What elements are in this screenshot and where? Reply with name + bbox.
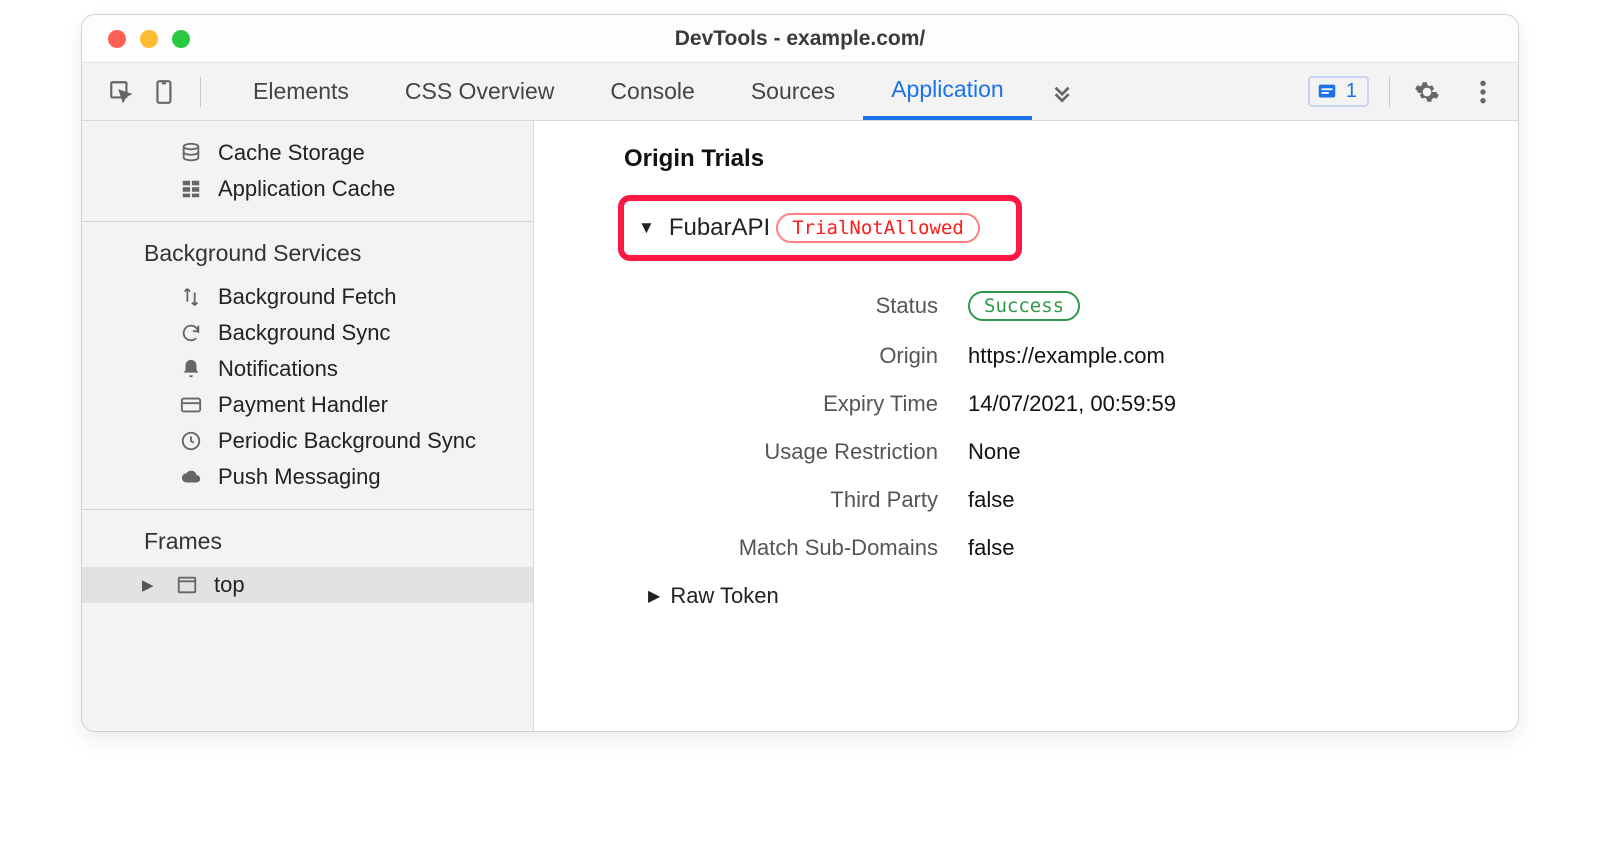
sidebar-item-label: Payment Handler xyxy=(218,392,388,418)
status-success-badge: Success xyxy=(968,291,1080,321)
window-icon xyxy=(174,574,200,596)
detail-value: None xyxy=(968,439,1021,465)
divider xyxy=(82,509,533,510)
gear-icon xyxy=(1414,79,1440,105)
bell-icon xyxy=(178,358,204,380)
more-options-button[interactable] xyxy=(1466,75,1500,109)
trial-row-highlighted: ▼ FubarAPI TrialNotAllowed xyxy=(618,195,1022,261)
divider xyxy=(1389,77,1390,107)
main-panel: Origin Trials ▼ FubarAPI TrialNotAllowed… xyxy=(534,121,1518,731)
detail-row-status: Status Success xyxy=(618,291,1518,321)
detail-value: https://example.com xyxy=(968,343,1165,369)
sidebar-item-notifications[interactable]: Notifications xyxy=(82,351,533,387)
detail-row-origin: Origin https://example.com xyxy=(618,343,1518,369)
detail-label: Status xyxy=(618,293,938,319)
issues-icon xyxy=(1316,81,1338,103)
sidebar-item-frame-top[interactable]: ▶ top xyxy=(82,567,533,603)
devtools-window: DevTools - example.com/ Elements CSS Ove… xyxy=(81,14,1519,732)
titlebar: DevTools - example.com/ xyxy=(82,15,1518,63)
detail-row-usage-restriction: Usage Restriction None xyxy=(618,439,1518,465)
sidebar-item-label: Periodic Background Sync xyxy=(218,428,476,454)
disclosure-triangle-icon[interactable]: ▼ xyxy=(638,218,655,238)
close-window-button[interactable] xyxy=(108,30,126,48)
sidebar-item-background-sync[interactable]: Background Sync xyxy=(82,315,533,351)
detail-label: Usage Restriction xyxy=(618,439,938,465)
detail-value: 14/07/2021, 00:59:59 xyxy=(968,391,1176,417)
disclosure-triangle-icon: ▶ xyxy=(142,576,158,594)
sidebar-group-frames: Frames xyxy=(82,524,533,567)
settings-button[interactable] xyxy=(1410,75,1444,109)
divider xyxy=(82,221,533,222)
tab-application[interactable]: Application xyxy=(863,63,1032,120)
sidebar-item-label: Background Fetch xyxy=(218,284,397,310)
sidebar-item-push-messaging[interactable]: Push Messaging xyxy=(82,459,533,495)
issues-count: 1 xyxy=(1346,80,1357,103)
sidebar-item-label: Push Messaging xyxy=(218,464,381,490)
issues-button[interactable]: 1 xyxy=(1308,76,1369,107)
panel-tabs: Elements CSS Overview Console Sources Ap… xyxy=(225,63,1032,120)
sidebar-item-background-fetch[interactable]: Background Fetch xyxy=(82,279,533,315)
sync-icon xyxy=(178,322,204,344)
sidebar-item-label: Application Cache xyxy=(218,176,395,202)
clock-icon xyxy=(178,430,204,452)
devtools-toolbar: Elements CSS Overview Console Sources Ap… xyxy=(82,63,1518,121)
sidebar-item-label: Notifications xyxy=(218,356,338,382)
detail-label: Expiry Time xyxy=(618,391,938,417)
detail-row-third-party: Third Party false xyxy=(618,487,1518,513)
detail-label: Origin xyxy=(618,343,938,369)
raw-token-toggle[interactable]: ▶ Raw Token xyxy=(648,583,1518,609)
sidebar-item-label: Cache Storage xyxy=(218,140,365,166)
minimize-window-button[interactable] xyxy=(140,30,158,48)
sidebar-item-label: Background Sync xyxy=(218,320,390,346)
detail-value: false xyxy=(968,535,1014,561)
more-tabs-button[interactable] xyxy=(1032,63,1090,120)
detail-label: Third Party xyxy=(618,487,938,513)
kebab-icon xyxy=(1479,79,1487,105)
sidebar-item-application-cache[interactable]: Application Cache xyxy=(82,171,533,207)
disclosure-triangle-icon: ▶ xyxy=(648,586,660,606)
toolbar-right: 1 xyxy=(1308,75,1500,109)
tab-console[interactable]: Console xyxy=(582,63,722,120)
updown-icon xyxy=(178,286,204,308)
sidebar-item-cache-storage[interactable]: Cache Storage xyxy=(82,135,533,171)
tab-css-overview[interactable]: CSS Overview xyxy=(377,63,583,120)
card-icon xyxy=(178,394,204,416)
inspect-element-icon[interactable] xyxy=(104,75,138,109)
cloud-icon xyxy=(178,466,204,488)
sidebar-item-payment-handler[interactable]: Payment Handler xyxy=(82,387,533,423)
tab-elements[interactable]: Elements xyxy=(225,63,377,120)
sidebar: Cache Storage Application Cache Backgrou… xyxy=(82,121,534,731)
detail-label: Match Sub-Domains xyxy=(618,535,938,561)
device-toolbar-icon[interactable] xyxy=(148,75,182,109)
sidebar-item-periodic-background-sync[interactable]: Periodic Background Sync xyxy=(82,423,533,459)
window-controls xyxy=(82,30,190,48)
raw-token-label: Raw Token xyxy=(670,583,778,609)
sidebar-item-label: top xyxy=(214,572,245,598)
panel-title: Origin Trials xyxy=(534,145,1518,173)
divider xyxy=(200,77,201,107)
sidebar-group-background-services: Background Services xyxy=(82,236,533,279)
trial-details: Status Success Origin https://example.co… xyxy=(618,291,1518,561)
content-area: Cache Storage Application Cache Backgrou… xyxy=(82,121,1518,731)
maximize-window-button[interactable] xyxy=(172,30,190,48)
window-title: DevTools - example.com/ xyxy=(675,27,926,51)
grid-icon xyxy=(178,178,204,200)
detail-row-match-subdomains: Match Sub-Domains false xyxy=(618,535,1518,561)
tab-sources[interactable]: Sources xyxy=(723,63,863,120)
detail-value: false xyxy=(968,487,1014,513)
trial-name: FubarAPI xyxy=(669,214,770,242)
trial-status-badge: TrialNotAllowed xyxy=(776,213,980,243)
detail-row-expiry: Expiry Time 14/07/2021, 00:59:59 xyxy=(618,391,1518,417)
database-icon xyxy=(178,142,204,164)
